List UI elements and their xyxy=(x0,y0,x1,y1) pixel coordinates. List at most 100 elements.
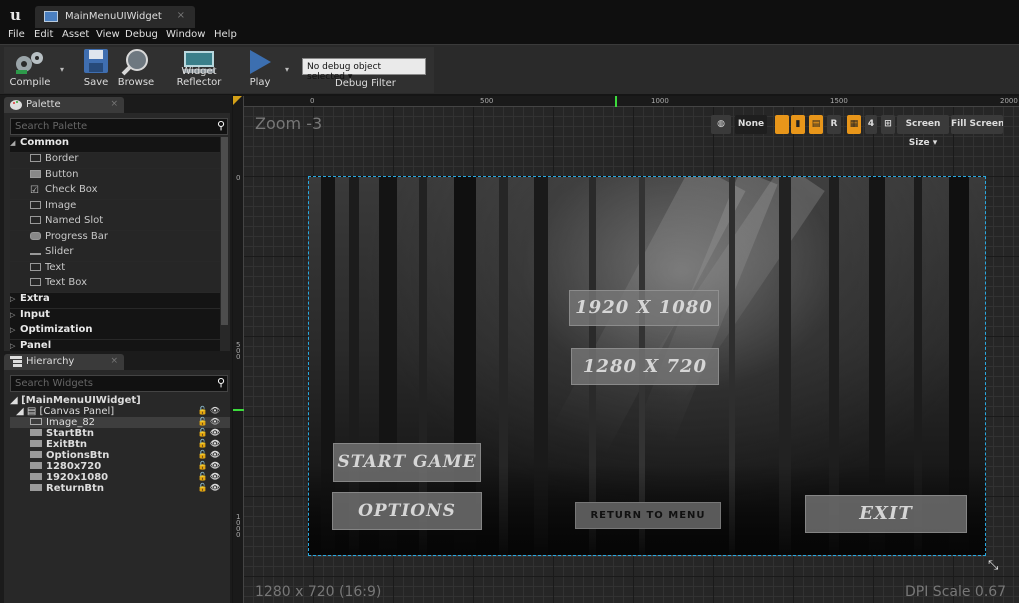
menu-asset[interactable]: Asset xyxy=(62,29,89,40)
close-icon[interactable]: × xyxy=(177,10,185,21)
search-icon: ⚲ xyxy=(216,376,225,389)
lock-visibility-icons[interactable]: 🔓👁 xyxy=(198,428,222,437)
document-tab[interactable]: MainMenuUIWidget × xyxy=(35,6,195,28)
exit-button[interactable]: EXIT xyxy=(805,495,967,533)
widget-preview-screen[interactable]: 1920 X 1080 1280 X 720 START GAME OPTION… xyxy=(308,176,986,556)
screen-size-icon: ⊞ xyxy=(881,115,895,134)
localization-preview-select[interactable]: None xyxy=(735,115,767,134)
resolution-1280-button[interactable]: 1280 X 720 xyxy=(571,348,719,385)
hierarchy-item-label: StartBtn xyxy=(46,428,94,439)
hierarchy-item-returnbtn[interactable]: ReturnBtn 🔓👁 xyxy=(10,483,230,494)
layout-toggle-icon[interactable] xyxy=(775,115,789,134)
lock-visibility-icons[interactable]: 🔓👁 xyxy=(198,417,222,426)
title-bar: u MainMenuUIWidget × xyxy=(0,0,1019,28)
menu-view[interactable]: View xyxy=(96,29,120,40)
debug-object-select[interactable]: No debug object selected ▾ xyxy=(302,58,426,82)
lock-visibility-icons[interactable]: 🔓👁 xyxy=(198,406,222,415)
outline-toggle-icon[interactable]: ▤ xyxy=(809,115,823,134)
slider-icon xyxy=(30,249,41,255)
hierarchy-tab-label: Hierarchy xyxy=(26,356,75,367)
category-label: Input xyxy=(20,309,50,320)
palette-scrollbar[interactable] xyxy=(221,137,228,325)
hierarchy-item-label: Image_82 xyxy=(46,417,96,428)
hierarchy-item-exitbtn[interactable]: ExitBtn 🔓👁 xyxy=(10,439,230,450)
lock-visibility-icons[interactable]: 🔓👁 xyxy=(198,450,222,459)
palette-category-extra[interactable]: ▷ Extra xyxy=(10,293,220,308)
widget-blueprint-icon xyxy=(44,11,58,22)
lock-visibility-icons[interactable]: 🔓👁 xyxy=(198,439,222,448)
hierarchy-search: ⚲ xyxy=(10,375,228,392)
palette-item-border[interactable]: Border xyxy=(10,153,220,168)
palette-category-panel[interactable]: ▷ Panel xyxy=(10,340,220,351)
hierarchy-item-1280x720[interactable]: 1280x720 🔓👁 xyxy=(10,461,230,472)
palette-search: ⚲ xyxy=(10,118,228,135)
return-to-menu-button[interactable]: RETURN TO MENU xyxy=(575,502,721,529)
expand-arrow-icon: ▷ xyxy=(10,326,16,334)
hierarchy-search-input[interactable] xyxy=(11,376,207,391)
hierarchy-tab[interactable]: Hierarchy × xyxy=(4,354,124,370)
options-button[interactable]: OPTIONS xyxy=(332,492,482,530)
hierarchy-item-startbtn[interactable]: StartBtn 🔓👁 xyxy=(10,428,230,439)
designer-canvas[interactable]: 0 500 1000 1500 2000 0 5 0 0 1 0 0 0 Zoo… xyxy=(233,96,1019,603)
button-label: OPTIONS xyxy=(358,501,456,521)
compile-button[interactable]: Compile xyxy=(6,45,54,91)
widget-reflector-button[interactable]: Widget Reflector xyxy=(161,45,237,91)
expand-arrow-icon: ▷ xyxy=(10,295,16,303)
save-button[interactable]: Save xyxy=(78,45,114,91)
button-icon xyxy=(30,484,42,491)
palette-category-common[interactable]: ◢ Common xyxy=(10,137,220,152)
hierarchy-root[interactable]: ◢ [MainMenuUIWidget] xyxy=(10,395,230,406)
fill-screen-select[interactable]: Fill Screen xyxy=(951,115,1003,134)
palette-item-progress-bar[interactable]: Progress Bar xyxy=(10,231,220,246)
palette-category-optimization[interactable]: ▷ Optimization xyxy=(10,324,220,339)
localization-globe-icon[interactable]: ◍ xyxy=(711,115,731,134)
unreal-logo-icon[interactable]: u xyxy=(10,6,21,24)
ruler-tick: 0 xyxy=(310,97,315,105)
hierarchy-icon xyxy=(10,356,22,367)
close-icon[interactable]: × xyxy=(110,99,118,109)
menu-edit[interactable]: Edit xyxy=(34,29,53,40)
grid-snap-icon[interactable]: ▦ xyxy=(847,115,861,134)
palette-item-named-slot[interactable]: Named Slot xyxy=(10,215,220,230)
respect-locks-button[interactable]: R xyxy=(827,115,841,134)
menu-debug[interactable]: Debug xyxy=(125,29,158,40)
grid-size-value[interactable]: 4 xyxy=(865,115,877,134)
play-dropdown-icon[interactable]: ▾ xyxy=(285,65,289,74)
palette-tab[interactable]: Palette × xyxy=(4,97,124,113)
palette-item-label: Slider xyxy=(45,246,74,257)
lock-icon[interactable]: ▮ xyxy=(791,115,805,134)
palette-item-button[interactable]: Button xyxy=(10,169,220,184)
palette-search-input[interactable] xyxy=(11,119,207,134)
menu-window[interactable]: Window xyxy=(166,29,205,40)
menu-help[interactable]: Help xyxy=(214,29,237,40)
lock-visibility-icons[interactable]: 🔓👁 xyxy=(198,461,222,470)
palette-item-image[interactable]: Image xyxy=(10,200,220,215)
palette-category-input[interactable]: ▷ Input xyxy=(10,309,220,324)
hierarchy-item-image-82[interactable]: Image_82 🔓👁 xyxy=(10,417,230,428)
resize-handle-icon[interactable]: ⤡ xyxy=(988,558,998,573)
close-icon[interactable]: × xyxy=(110,356,118,366)
compile-dropdown-icon[interactable]: ▾ xyxy=(60,65,64,74)
screen-size-select[interactable]: Screen Size ▾ xyxy=(897,115,949,148)
hierarchy-canvas-panel[interactable]: ◢ ▤ [Canvas Panel] 🔓👁 xyxy=(10,406,230,417)
palette-item-text-box[interactable]: Text Box xyxy=(10,277,220,292)
lock-visibility-icons[interactable]: 🔓👁 xyxy=(198,483,222,492)
start-game-button[interactable]: START GAME xyxy=(333,443,481,482)
collapse-arrow-icon: ◢ xyxy=(10,139,16,147)
play-button[interactable]: Play xyxy=(243,45,277,91)
lock-visibility-icons[interactable]: 🔓👁 xyxy=(198,472,222,481)
palette-item-label: Text Box xyxy=(45,277,87,288)
border-icon xyxy=(30,154,41,162)
palette-item-slider[interactable]: Slider xyxy=(10,246,220,261)
resolution-1920-button[interactable]: 1920 X 1080 xyxy=(569,290,719,326)
hierarchy-item-optionsbtn[interactable]: OptionsBtn 🔓👁 xyxy=(10,450,230,461)
button-label: 1920 X 1080 xyxy=(575,297,713,318)
browse-button[interactable]: Browse xyxy=(116,45,156,91)
canvas-panel-label: ◢ ▤ [Canvas Panel] xyxy=(16,406,115,417)
palette-item-text[interactable]: Text xyxy=(10,262,220,277)
zoom-level: Zoom -3 xyxy=(255,114,323,133)
hierarchy-item-1920x1080[interactable]: 1920x1080 🔓👁 xyxy=(10,472,230,483)
menu-file[interactable]: File xyxy=(8,29,25,40)
palette-item-check-box[interactable]: ☑ Check Box xyxy=(10,184,220,199)
dpi-scale-label: DPI Scale 0.67 xyxy=(905,584,1007,600)
